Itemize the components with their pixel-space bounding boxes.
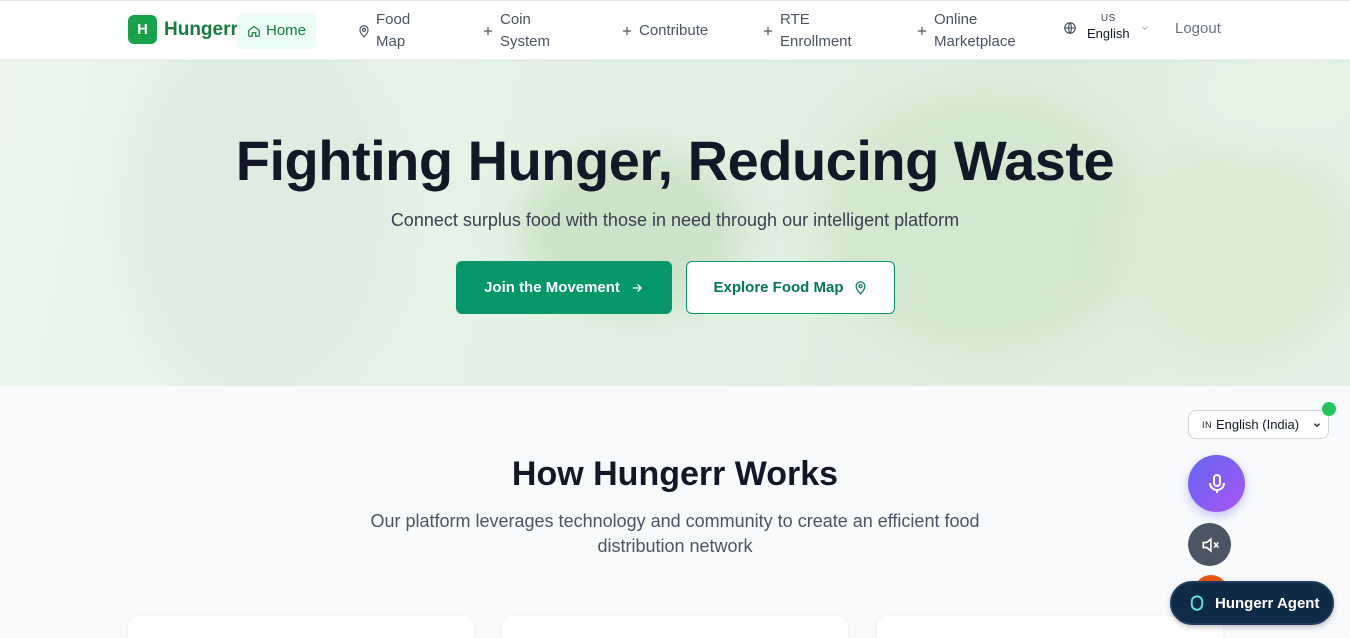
plus-icon — [917, 26, 927, 36]
nav-food-map-line1: Food — [376, 11, 411, 28]
logout-link[interactable]: Logout — [1175, 20, 1221, 37]
nav-home[interactable]: Home — [237, 13, 317, 49]
nav-coin-system-label: Coin System — [500, 9, 550, 53]
language-name: English — [1087, 26, 1130, 41]
nav-coin-system[interactable]: Coin System — [481, 9, 561, 53]
nav-food-map[interactable]: Food Map — [357, 9, 437, 53]
nav-rte-line2: Enrollment — [780, 33, 852, 50]
hero-section: Fighting Hunger, Reducing Waste Connect … — [0, 60, 1350, 386]
brand-name: Hungerr — [164, 18, 238, 40]
volume-mute-icon — [1202, 536, 1219, 553]
nav-rte-enrollment[interactable]: RTE Enrollment — [761, 9, 861, 53]
language-selector[interactable]: US English — [1063, 13, 1150, 43]
arrow-right-icon — [632, 283, 642, 292]
hero-subtitle: Connect surplus food with those in need … — [390, 210, 960, 230]
nav-market-line1: Online — [934, 11, 978, 28]
voice-language-flag: IN — [1202, 419, 1212, 430]
chevron-down-icon — [1141, 26, 1148, 30]
how-it-works-subtitle: Our platform leverages technology and co… — [370, 511, 980, 556]
explore-food-map-button[interactable]: Explore Food Map — [686, 261, 895, 314]
voice-language-select[interactable]: IN English (India) — [1188, 410, 1329, 439]
feature-card — [502, 616, 848, 638]
nav-rte-label: RTE Enrollment — [780, 9, 852, 53]
microphone-icon — [1208, 473, 1225, 493]
nav-contribute-label: Contribute — [639, 22, 709, 39]
nav-contribute[interactable]: Contribute — [620, 20, 708, 42]
mute-button[interactable] — [1188, 523, 1231, 566]
language-value: US English — [1087, 13, 1130, 43]
logo-mark: H — [128, 15, 157, 44]
join-movement-button[interactable]: Join the Movement — [456, 261, 672, 314]
brand-logo[interactable]: H Hungerr — [128, 15, 238, 44]
nav-food-map-label: Food Map — [376, 9, 410, 53]
hungerr-agent-button[interactable]: Hungerr Agent — [1170, 581, 1334, 625]
chevron-down-icon — [1314, 423, 1320, 428]
agent-ring-icon — [1190, 595, 1204, 611]
hero-title: Fighting Hunger, Reducing Waste — [235, 129, 1115, 192]
online-status-dot — [1322, 402, 1336, 416]
feature-card — [128, 616, 474, 638]
globe-icon — [1064, 22, 1076, 34]
nav-rte-line1: RTE — [780, 11, 810, 28]
how-it-works-title: How Hungerr Works — [511, 455, 839, 493]
microphone-button[interactable] — [1188, 455, 1245, 512]
plus-icon — [483, 26, 493, 36]
nav-food-map-line2: Map — [376, 33, 406, 50]
nav-online-marketplace[interactable]: Online Marketplace — [915, 9, 1025, 53]
home-icon — [248, 25, 260, 37]
hungerr-agent-label: Hungerr Agent — [1215, 594, 1320, 612]
top-navbar: H Hungerr Home Food Map Coin System Cont… — [0, 0, 1350, 60]
nav-coin-line1: Coin — [500, 11, 531, 28]
plus-icon — [763, 26, 773, 36]
map-pin-icon — [359, 25, 369, 38]
nav-marketplace-label: Online Marketplace — [934, 9, 1016, 53]
map-pin-icon — [854, 281, 866, 295]
voice-language-value: English (India) — [1216, 417, 1300, 432]
plus-icon — [622, 26, 632, 36]
explore-food-map-label: Explore Food Map — [713, 279, 844, 296]
language-flag: US — [1100, 13, 1116, 24]
nav-home-label: Home — [266, 22, 307, 39]
nav-coin-line2: System — [500, 33, 551, 50]
feature-card — [877, 616, 1223, 638]
join-movement-label: Join the Movement — [484, 279, 620, 296]
nav-market-line2: Marketplace — [934, 33, 1016, 50]
